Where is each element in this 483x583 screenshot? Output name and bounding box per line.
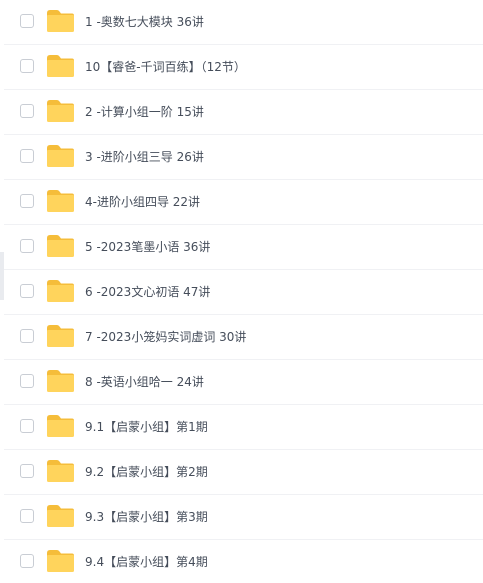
list-item[interactable]: 4-进阶小组四导 22讲 — [4, 180, 483, 225]
folder-icon — [46, 99, 75, 123]
folder-icon — [46, 189, 75, 213]
folder-icon — [46, 9, 75, 33]
folder-icon — [46, 54, 75, 78]
list-item[interactable]: 6 -2023文心初语 47讲 — [4, 270, 483, 315]
file-name[interactable]: 8 -英语小组哈一 24讲 — [85, 373, 204, 391]
file-name[interactable]: 9.1【启蒙小组】第1期 — [85, 418, 208, 436]
folder-icon — [46, 459, 75, 483]
checkbox[interactable] — [20, 284, 34, 298]
list-item[interactable]: 9.4【启蒙小组】第4期 — [4, 540, 483, 583]
folder-icon — [46, 324, 75, 348]
checkbox[interactable] — [20, 509, 34, 523]
file-browser: 1 -奥数七大模块 36讲 10【睿爸-千词百练】（12节） 2 -计算小组一阶… — [0, 0, 483, 583]
file-name[interactable]: 2 -计算小组一阶 15讲 — [85, 103, 204, 121]
list-item[interactable]: 7 -2023小笼妈实词虚词 30讲 — [4, 315, 483, 360]
list-item[interactable]: 2 -计算小组一阶 15讲 — [4, 90, 483, 135]
folder-icon — [46, 279, 75, 303]
folder-icon — [46, 144, 75, 168]
file-name[interactable]: 3 -进阶小组三导 26讲 — [85, 148, 204, 166]
file-name[interactable]: 1 -奥数七大模块 36讲 — [85, 13, 204, 31]
checkbox[interactable] — [20, 554, 34, 568]
file-name[interactable]: 4-进阶小组四导 22讲 — [85, 193, 200, 211]
file-name[interactable]: 10【睿爸-千词百练】（12节） — [85, 58, 246, 76]
list-item[interactable]: 9.1【启蒙小组】第1期 — [4, 405, 483, 450]
checkbox[interactable] — [20, 239, 34, 253]
checkbox[interactable] — [20, 14, 34, 28]
file-name[interactable]: 6 -2023文心初语 47讲 — [85, 283, 210, 301]
folder-icon — [46, 414, 75, 438]
checkbox[interactable] — [20, 149, 34, 163]
checkbox[interactable] — [20, 104, 34, 118]
file-name[interactable]: 9.2【启蒙小组】第2期 — [85, 463, 208, 481]
list-item[interactable]: 5 -2023笔墨小语 36讲 — [4, 225, 483, 270]
file-list: 1 -奥数七大模块 36讲 10【睿爸-千词百练】（12节） 2 -计算小组一阶… — [0, 0, 483, 583]
list-item[interactable]: 8 -英语小组哈一 24讲 — [4, 360, 483, 405]
checkbox[interactable] — [20, 59, 34, 73]
folder-icon — [46, 369, 75, 393]
list-item[interactable]: 9.2【启蒙小组】第2期 — [4, 450, 483, 495]
checkbox[interactable] — [20, 374, 34, 388]
list-item[interactable]: 10【睿爸-千词百练】（12节） — [4, 45, 483, 90]
folder-icon — [46, 234, 75, 258]
checkbox[interactable] — [20, 419, 34, 433]
folder-icon — [46, 504, 75, 528]
file-name[interactable]: 7 -2023小笼妈实词虚词 30讲 — [85, 328, 246, 346]
checkbox[interactable] — [20, 464, 34, 478]
checkbox[interactable] — [20, 329, 34, 343]
list-item[interactable]: 1 -奥数七大模块 36讲 — [4, 0, 483, 45]
folder-icon — [46, 549, 75, 573]
list-item[interactable]: 9.3【启蒙小组】第3期 — [4, 495, 483, 540]
list-item[interactable]: 3 -进阶小组三导 26讲 — [4, 135, 483, 180]
file-name[interactable]: 9.3【启蒙小组】第3期 — [85, 508, 208, 526]
checkbox[interactable] — [20, 194, 34, 208]
file-name[interactable]: 5 -2023笔墨小语 36讲 — [85, 238, 210, 256]
file-name[interactable]: 9.4【启蒙小组】第4期 — [85, 553, 208, 571]
